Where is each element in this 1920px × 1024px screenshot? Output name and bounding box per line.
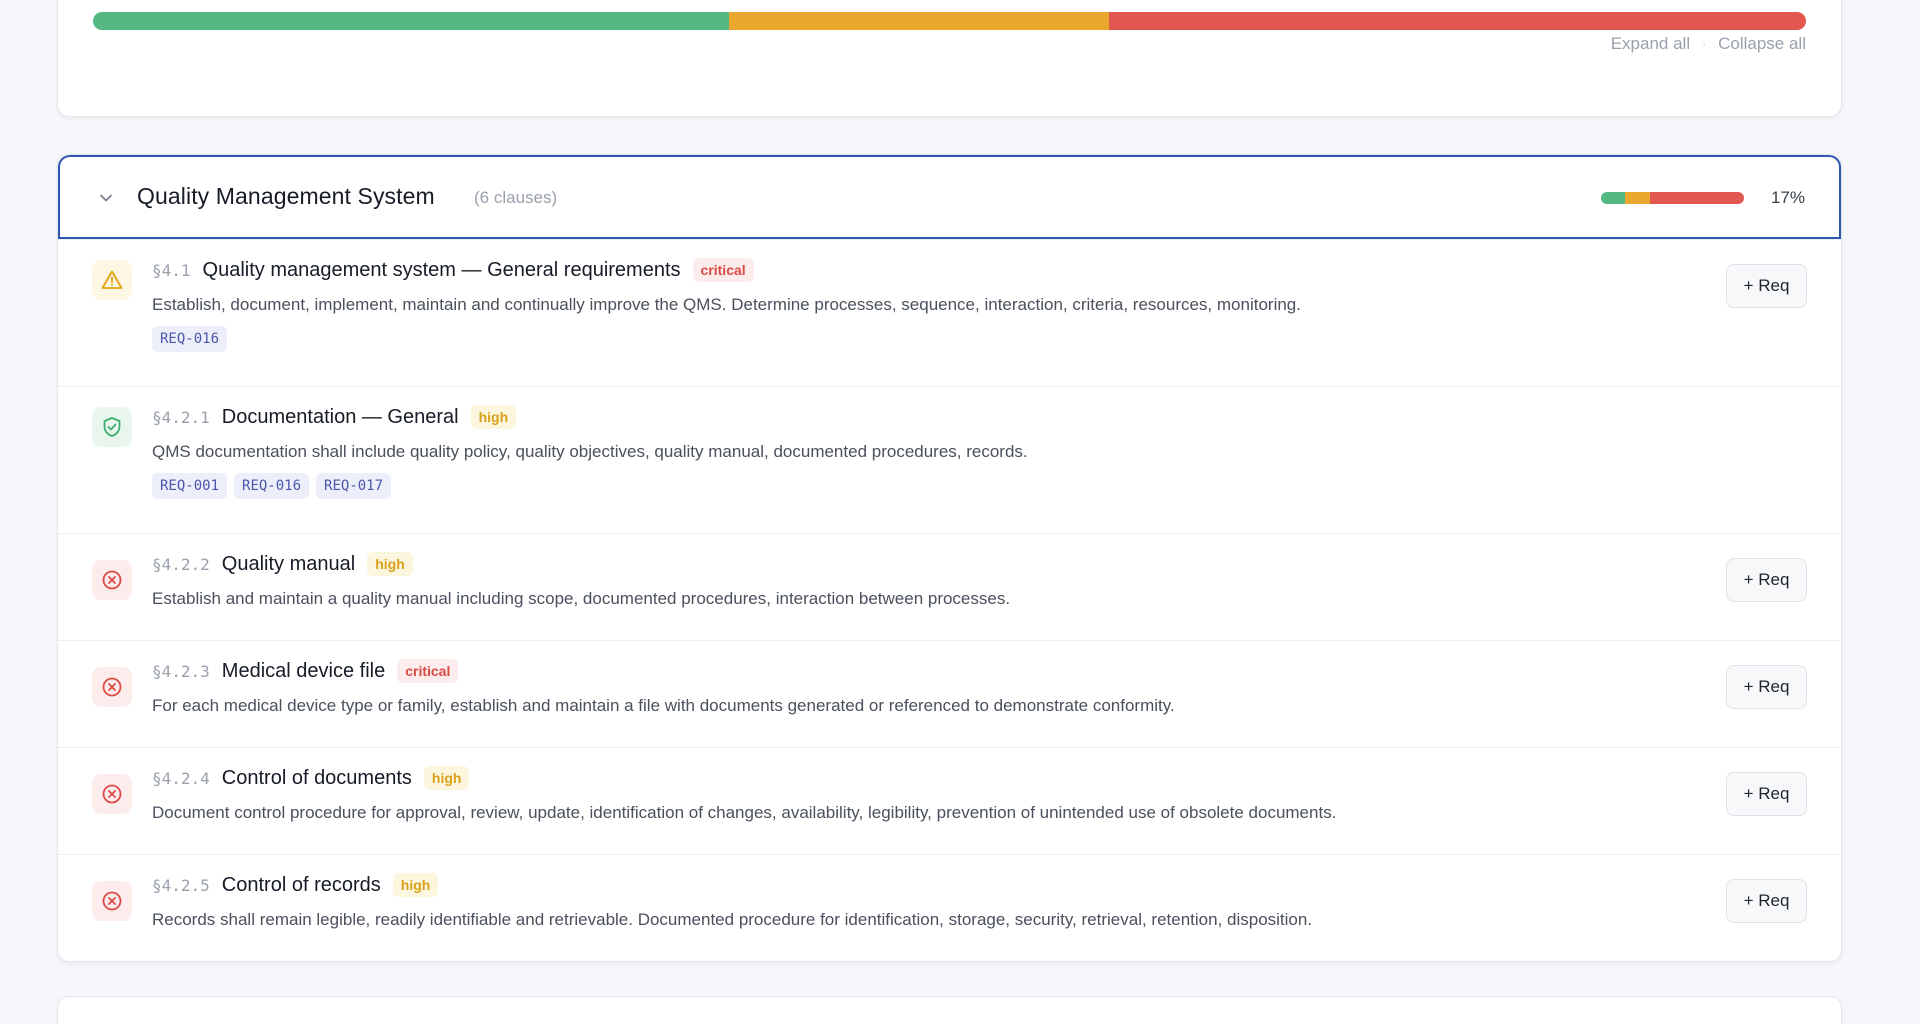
severity-badge: high	[367, 552, 413, 576]
clause-number: §4.2.1	[152, 407, 210, 427]
clause-heading: §4.2.2 Quality manual high	[152, 552, 413, 576]
section-header[interactable]: Quality Management System (6 clauses) 17…	[58, 155, 1841, 239]
progress-segment-partial	[728, 12, 1109, 30]
progress-segment-gap	[1108, 12, 1806, 30]
req-tag[interactable]: REQ-016	[152, 326, 228, 352]
clause-row: §4.1 Quality management system — General…	[58, 239, 1841, 386]
x-circle-icon	[92, 560, 132, 600]
clause-title: Quality manual	[221, 552, 356, 575]
clause-row: §4.2.2 Quality manual high Establish and…	[58, 533, 1841, 640]
separator-dot: ·	[1702, 37, 1707, 51]
clause-count: (6 clauses)	[474, 188, 558, 207]
add-req-button[interactable]: + Req	[1726, 264, 1807, 308]
clause-description: For each medical device type or family, …	[152, 696, 1175, 715]
clause-description: Establish and maintain a quality manual …	[152, 589, 1011, 608]
section-card: Quality Management System (6 clauses) 17…	[57, 154, 1842, 962]
x-circle-icon	[92, 881, 132, 921]
req-tag[interactable]: REQ-001	[152, 473, 228, 499]
severity-badge: high	[470, 405, 517, 429]
clause-heading: §4.2.1 Documentation — General high	[152, 405, 517, 429]
summary-card: Expand all · Collapse all	[57, 0, 1842, 117]
clause-title: Quality management system — General requ…	[202, 258, 681, 281]
severity-badge: critical	[397, 659, 459, 683]
overall-progress-bar	[93, 12, 1806, 30]
clause-heading: §4.2.4 Control of documents high	[152, 766, 470, 790]
severity-badge: high	[423, 766, 470, 790]
collapse-all-link[interactable]: Collapse all	[1718, 34, 1806, 54]
expand-all-link[interactable]: Expand all	[1611, 34, 1690, 54]
warning-icon	[92, 260, 132, 300]
clause-number: §4.2.2	[152, 554, 210, 574]
clause-number: §4.2.3	[152, 661, 210, 681]
clause-title: Medical device file	[221, 659, 386, 682]
add-req-button[interactable]: + Req	[1726, 665, 1807, 709]
clause-row: §4.2.5 Control of records high Records s…	[58, 854, 1841, 961]
section-title: Quality Management System	[137, 183, 435, 209]
progress-segment-compliant	[1601, 192, 1626, 204]
add-req-button[interactable]: + Req	[1726, 772, 1807, 816]
clause-title: Control of documents	[221, 766, 412, 789]
req-tags: REQ-001 REQ-016 REQ-017	[152, 473, 392, 499]
clause-heading: §4.1 Quality management system — General…	[152, 258, 754, 282]
clause-description: Establish, document, implement, maintain…	[152, 295, 1301, 314]
clause-title: Documentation — General	[221, 405, 459, 428]
expand-collapse-controls: Expand all · Collapse all	[1611, 34, 1806, 54]
clause-number: §4.1	[152, 260, 191, 280]
progress-segment-gap	[1649, 192, 1744, 204]
progress-segment-partial	[1625, 192, 1650, 204]
clause-description: Document control procedure for approval,…	[152, 803, 1337, 822]
shield-check-icon	[92, 407, 132, 447]
clause-description: Records shall remain legible, readily id…	[152, 910, 1313, 929]
x-circle-icon	[92, 667, 132, 707]
severity-badge: high	[392, 873, 439, 897]
req-tags: REQ-016	[152, 326, 228, 352]
next-section-card	[57, 996, 1842, 1024]
clause-row: §4.2.3 Medical device file critical For …	[58, 640, 1841, 747]
x-circle-icon	[92, 774, 132, 814]
add-req-button[interactable]: + Req	[1726, 879, 1807, 923]
progress-segment-compliant	[93, 12, 729, 30]
clause-description: QMS documentation shall include quality …	[152, 442, 1028, 461]
clause-row: §4.2.1 Documentation — General high QMS …	[58, 386, 1841, 533]
clause-number: §4.2.5	[152, 875, 210, 895]
section-percent: 17%	[1770, 188, 1805, 207]
clause-row: §4.2.4 Control of documents high Documen…	[58, 747, 1841, 854]
severity-badge: critical	[692, 258, 754, 282]
req-tag[interactable]: REQ-016	[234, 473, 310, 499]
clause-title: Control of records	[221, 873, 381, 896]
clause-heading: §4.2.5 Control of records high	[152, 873, 439, 897]
req-tag[interactable]: REQ-017	[316, 473, 392, 499]
clause-number: §4.2.4	[152, 768, 210, 788]
section-progress-bar	[1601, 192, 1744, 204]
add-req-button[interactable]: + Req	[1726, 558, 1807, 602]
chevron-down-icon[interactable]	[96, 188, 116, 208]
clause-heading: §4.2.3 Medical device file critical	[152, 659, 459, 683]
